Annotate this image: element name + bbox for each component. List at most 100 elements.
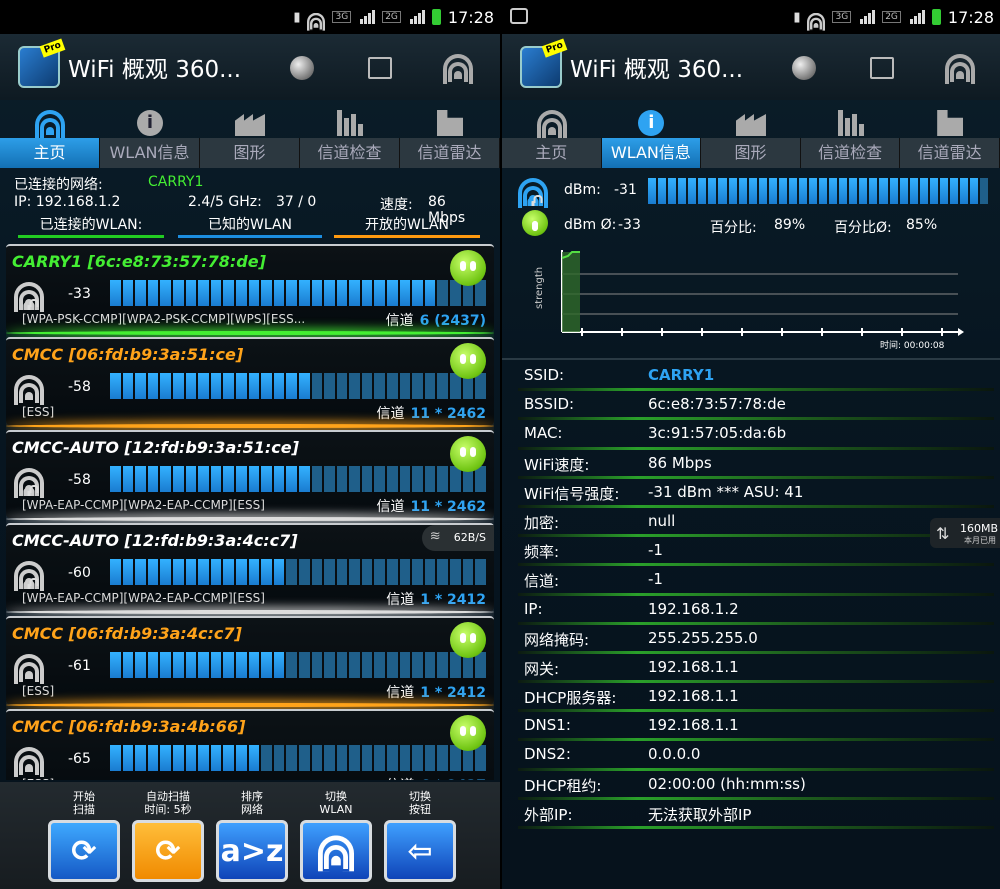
- share-icon[interactable]: [870, 57, 894, 79]
- meter-segment: [919, 178, 928, 204]
- signal-icon: [860, 10, 876, 24]
- meter-segment: [374, 559, 386, 585]
- toolbar-button[interactable]: 排序 网络 a>z: [212, 782, 292, 889]
- traffic-rate-badge: ≋ 62B/S: [421, 525, 494, 551]
- tab-label: 信道检查: [300, 138, 400, 168]
- wifi-toggle-icon: [318, 835, 354, 872]
- meter-segment: [980, 178, 989, 204]
- meter-segment: [829, 178, 838, 204]
- info-key: 网络掩码:: [524, 630, 590, 649]
- network-card[interactable]: CARRY1 [6c:e8:73:57:78:de] -33 [WPA-PSK-…: [6, 244, 494, 335]
- meter-segment: [198, 559, 209, 585]
- info-row: DNS2: 0.0.0.0: [518, 741, 994, 771]
- network-card[interactable]: CMCC-AUTO [12:fd:b9:3a:4c:c7] -60 [WPA-E…: [6, 523, 494, 614]
- meter-segment: [809, 178, 818, 204]
- network-card[interactable]: CMCC [06:fd:b9:3a:51:ce] -58 [ESS] 信道 11 …: [6, 337, 494, 428]
- toolbar-button[interactable]: 自动扫描 时间: 5秒 ⟳: [128, 782, 208, 889]
- toolbar-button[interactable]: 切换 WLAN: [296, 782, 376, 889]
- divider: [502, 358, 1000, 360]
- card-glow: [6, 610, 494, 614]
- toolbar-button[interactable]: 切换 按钮 ⇦: [380, 782, 460, 889]
- meter-segment: [298, 373, 310, 399]
- status-bar: ▮ 3G 2G 17:28: [0, 0, 500, 34]
- percent-label: 百分比:: [710, 220, 757, 236]
- meter-segment: [437, 745, 449, 771]
- globe-icon[interactable]: [792, 56, 816, 80]
- info-icon: i: [638, 110, 665, 136]
- status-bar: ▮ 3G 2G 17:28: [502, 0, 1000, 34]
- wifi-toggle-icon[interactable]: [443, 54, 473, 84]
- tab-label: 图形: [701, 138, 801, 168]
- meter-segment: [311, 652, 323, 678]
- meter-segment: [210, 745, 222, 771]
- toolbar-caption: 自动扫描 时间: 5秒: [144, 790, 192, 816]
- refresh-icon: ⟳: [155, 833, 181, 869]
- info-key: DNS1:: [524, 716, 571, 735]
- network-capabilities: [ESS]: [22, 405, 55, 419]
- meter-segment: [688, 178, 697, 204]
- meter-segment: [122, 745, 134, 771]
- sort-icon: a>z: [220, 833, 284, 869]
- info-value: null: [648, 511, 676, 530]
- tab-wlan-info[interactable]: i WLAN信息: [601, 100, 702, 170]
- pro-badge: Pro: [39, 38, 66, 58]
- meter-segment: [424, 373, 436, 399]
- network-list[interactable]: CARRY1 [6c:e8:73:57:78:de] -33 [WPA-PSK-…: [6, 244, 494, 780]
- tab-home[interactable]: 主页: [502, 100, 602, 170]
- meter-segment: [273, 373, 285, 399]
- wifi-toggle-icon[interactable]: [945, 54, 975, 84]
- meter-segment: [437, 466, 449, 492]
- tab-channel-check[interactable]: 信道检查: [800, 100, 901, 170]
- info-value: 192.168.1.1: [648, 687, 739, 706]
- share-icon[interactable]: [368, 57, 392, 79]
- meter-segment: [788, 178, 797, 204]
- network-card[interactable]: CMCC [06:fd:b9:3a:4c:c7] -61 [ESS] 信道 1 *…: [6, 616, 494, 707]
- filter-connected[interactable]: 已连接的WLAN:: [18, 214, 164, 238]
- globe-icon[interactable]: [290, 56, 314, 80]
- info-row: MAC: 3c:91:57:05:da:6b: [518, 420, 994, 450]
- info-key: MAC:: [524, 424, 563, 443]
- info-row: WiFi速度: 86 Mbps: [518, 450, 994, 479]
- signal-icon-2: [409, 10, 425, 24]
- filter-known[interactable]: 已知的WLAN: [178, 214, 322, 238]
- meter-segment: [185, 559, 197, 585]
- data-usage-widget[interactable]: ⇅ 160MB 本月已用: [930, 518, 1000, 548]
- tab-graph[interactable]: 图形: [701, 100, 801, 170]
- info-row: WiFi信号强度: -31 dBm *** ASU: 41: [518, 479, 994, 508]
- meter-segment: [336, 559, 348, 585]
- meter-segment: [261, 652, 272, 678]
- tab-channel-radar[interactable]: 信道雷达: [900, 100, 1000, 170]
- meter-segment: [859, 178, 868, 204]
- meter-segment: [223, 280, 234, 306]
- toolbar-caption: 切换 按钮: [409, 790, 431, 816]
- network-type-2g: 2G: [882, 11, 901, 23]
- meter-segment: [185, 745, 197, 771]
- filter-open[interactable]: 开放的WLAN: [334, 214, 480, 238]
- meter-segment: [798, 178, 807, 204]
- network-capabilities: [WPA-EAP-CCMP][WPA2-EAP-CCMP][ESS]: [22, 591, 265, 605]
- app-logo: Pro: [520, 38, 568, 88]
- meter-segment: [273, 466, 285, 492]
- battery-icon: [931, 9, 941, 25]
- meter-segment: [399, 559, 411, 585]
- tab-wlan-info[interactable]: i WLAN信息: [100, 100, 200, 170]
- signal-icon: [360, 10, 376, 24]
- meter-segment: [399, 373, 411, 399]
- info-key: 外部IP:: [524, 805, 573, 824]
- network-type-3g: 3G: [332, 11, 352, 23]
- info-value: -1: [648, 541, 663, 560]
- network-card[interactable]: CMCC-AUTO [12:fd:b9:3a:51:ce] -58 [WPA-E…: [6, 430, 494, 521]
- meter-segment: [160, 373, 171, 399]
- tab-bar: 主页 i WLAN信息 图形 信道检查 信道雷达: [502, 100, 1000, 170]
- tab-channel-check[interactable]: 信道检查: [300, 100, 400, 170]
- toolbar-button[interactable]: 开始 扫描 ⟳: [44, 782, 124, 889]
- meter-segment: [424, 466, 436, 492]
- tab-graph[interactable]: 图形: [200, 100, 300, 170]
- network-card[interactable]: CMCC [06:fd:b9:3a:4b:66] -65 [ESS] 信道 6 *…: [6, 709, 494, 780]
- tab-channel-radar[interactable]: 信道雷达: [400, 100, 500, 170]
- meter-segment: [475, 745, 486, 771]
- meter-segment: [311, 745, 323, 771]
- meter-segment: [172, 373, 184, 399]
- meter-segment: [748, 178, 757, 204]
- tab-home[interactable]: 主页: [0, 100, 100, 170]
